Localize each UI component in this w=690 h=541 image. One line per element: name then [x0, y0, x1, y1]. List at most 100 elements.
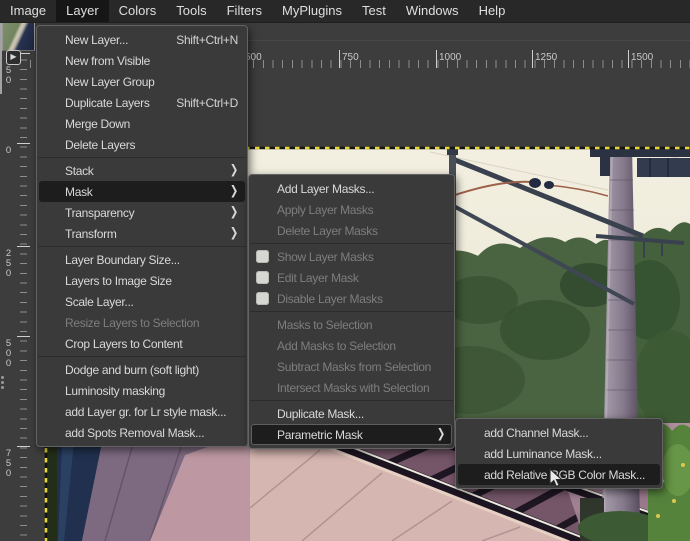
- menu-item-label: Stack: [65, 164, 216, 178]
- menu-item-label: add Luminance Mask...: [484, 447, 653, 461]
- menu-item-layer-boundary-size[interactable]: Layer Boundary Size...: [37, 249, 247, 270]
- menubar-item-colors[interactable]: Colors: [109, 0, 167, 22]
- menu-item-label: Layer Boundary Size...: [65, 253, 238, 267]
- menu-item-delete-layers[interactable]: Delete Layers: [37, 134, 247, 155]
- menubar-item-filters[interactable]: Filters: [217, 0, 272, 22]
- menu-separator: [250, 311, 453, 312]
- menu-item-merge-down[interactable]: Merge Down: [37, 113, 247, 134]
- menu-item-label: add Spots Removal Mask...: [65, 426, 238, 440]
- menu-item-label: Crop Layers to Content: [65, 337, 238, 351]
- menubar: ImageLayerColorsToolsFiltersMyPluginsTes…: [0, 0, 690, 23]
- ruler-tick: [628, 50, 629, 68]
- menu-item-label: New Layer...: [65, 33, 162, 47]
- menu-item-label: Scale Layer...: [65, 295, 238, 309]
- menu-item-scale-layer[interactable]: Scale Layer...: [37, 291, 247, 312]
- menu-item-parametric-mask[interactable]: Parametric Mask ❯: [251, 424, 452, 445]
- menubar-item-windows[interactable]: Windows: [396, 0, 469, 22]
- menu-item-label: Transform: [65, 227, 216, 241]
- menu-item-new-layer-group[interactable]: New Layer Group: [37, 71, 247, 92]
- menu-item-luminosity-masking[interactable]: Luminosity masking: [37, 380, 247, 401]
- menu-item-show-layer-masks: Show Layer Masks: [249, 246, 454, 267]
- submenu-arrow-icon: ❯: [437, 428, 445, 442]
- ruler-label: 1500: [631, 52, 653, 63]
- menu-item-mask[interactable]: Mask ❯: [39, 181, 245, 202]
- menubar-item-tools[interactable]: Tools: [166, 0, 216, 22]
- menu-item-transparency[interactable]: Transparency❯: [37, 202, 247, 223]
- menu-item-new-from-visible[interactable]: New from Visible: [37, 50, 247, 71]
- mouse-cursor: [549, 468, 564, 494]
- menu-item-label: Layers to Image Size: [65, 274, 238, 288]
- menubar-item-help[interactable]: Help: [469, 0, 516, 22]
- menu-item-disable-layer-masks: Disable Layer Masks: [249, 288, 454, 309]
- ruler-tick: [436, 50, 437, 68]
- menu-item-layers-to-image-size[interactable]: Layers to Image Size: [37, 270, 247, 291]
- menu-separator: [38, 157, 246, 158]
- menu-item-intersect-masks-with-selection: Intersect Masks with Selection: [249, 377, 454, 398]
- menu-item-apply-layer-masks: Apply Layer Masks: [249, 199, 454, 220]
- menu-item-label: New from Visible: [65, 54, 238, 68]
- vertical-ruler[interactable]: 2500250500750: [0, 40, 30, 541]
- ruler-tick: [339, 50, 340, 68]
- menubar-item-layer[interactable]: Layer: [56, 0, 109, 22]
- menu-item-label: Add Masks to Selection: [277, 339, 445, 353]
- menu-item-delete-layer-masks: Delete Layer Masks: [249, 220, 454, 241]
- menubar-item-image[interactable]: Image: [0, 0, 56, 22]
- menu-item-crop-layers-to-content[interactable]: Crop Layers to Content: [37, 333, 247, 354]
- menu-item-label: Add Layer Masks...: [277, 182, 445, 196]
- menu-item-label: Apply Layer Masks: [277, 203, 445, 217]
- menu-item-add-layer-gr-for-lr-style-mask[interactable]: add Layer gr. for Lr style mask...: [37, 401, 247, 422]
- menu-item-label: Resize Layers to Selection: [65, 316, 238, 330]
- menu-item-add-channel-mask[interactable]: add Channel Mask...: [456, 422, 662, 443]
- ruler-label: 750: [3, 448, 14, 478]
- shortcut-label: Shift+Ctrl+N: [176, 33, 238, 47]
- menu-item-duplicate-layers[interactable]: Duplicate LayersShift+Ctrl+D: [37, 92, 247, 113]
- ruler-tick: [17, 246, 30, 247]
- menu-item-transform[interactable]: Transform ❯: [37, 223, 247, 244]
- menu-button[interactable]: ▶: [6, 50, 21, 65]
- menu-item-label: Parametric Mask: [277, 428, 423, 442]
- submenu-arrow-icon: ❯: [230, 227, 238, 241]
- menu-item-label: Delete Layers: [65, 138, 238, 152]
- menu-item-label: Merge Down: [65, 117, 238, 131]
- image-tab-thumbnail[interactable]: [2, 22, 35, 51]
- menu-separator: [38, 246, 246, 247]
- ruler-label: 0: [3, 145, 14, 155]
- menu-item-label: add Channel Mask...: [484, 426, 653, 440]
- grip-dots-icon: [1, 376, 4, 379]
- submenu-arrow-icon: ❯: [230, 185, 238, 199]
- menu-item-label: Show Layer Masks: [277, 250, 445, 264]
- menu-item-label: Edit Layer Mask: [277, 271, 445, 285]
- checkbox-icon: [256, 292, 269, 305]
- menu-item-label: Masks to Selection: [277, 318, 445, 332]
- menu-item-label: Duplicate Mask...: [277, 407, 445, 421]
- menu-item-resize-layers-to-selection: Resize Layers to Selection: [37, 312, 247, 333]
- menu-item-add-layer-masks[interactable]: Add Layer Masks...: [249, 178, 454, 199]
- menu-item-label: Intersect Masks with Selection: [277, 381, 445, 395]
- menu-item-label: Duplicate Layers: [65, 96, 162, 110]
- menubar-item-myplugins[interactable]: MyPlugins: [272, 0, 352, 22]
- ruler-tick: [17, 446, 30, 447]
- menu-item-new-layer[interactable]: New Layer... Shift+Ctrl+N: [37, 29, 247, 50]
- play-icon: ▶: [10, 52, 16, 61]
- checkbox-icon: [256, 250, 269, 263]
- menu-item-label: add Relative RGB Color Mask...: [484, 468, 653, 482]
- checkbox-icon: [256, 271, 269, 284]
- submenu-arrow-icon: ❯: [230, 206, 238, 220]
- mask-submenu: Add Layer Masks... Apply Layer Masks Delet…: [248, 174, 455, 449]
- menu-item-label: Subtract Masks from Selection: [277, 360, 445, 374]
- menu-item-stack[interactable]: Stack ❯: [37, 160, 247, 181]
- ruler-label: 250: [3, 248, 14, 278]
- menu-item-label: New Layer Group: [65, 75, 238, 89]
- submenu-arrow-icon: ❯: [230, 164, 238, 178]
- menu-item-add-spots-removal-mask[interactable]: add Spots Removal Mask...: [37, 422, 247, 443]
- menu-item-duplicate-mask[interactable]: Duplicate Mask...: [249, 403, 454, 424]
- menu-separator: [250, 243, 453, 244]
- menu-item-label: Mask: [65, 185, 216, 199]
- ruler-label: 1000: [439, 52, 461, 63]
- layer-menu: New Layer... Shift+Ctrl+N New from Visible…: [36, 25, 248, 447]
- menu-item-add-luminance-mask[interactable]: add Luminance Mask...: [456, 443, 662, 464]
- menu-item-dodge-and-burn-soft-light[interactable]: Dodge and burn (soft light): [37, 359, 247, 380]
- menu-item-add-masks-to-selection: Add Masks to Selection: [249, 335, 454, 356]
- menu-item-edit-layer-mask: Edit Layer Mask: [249, 267, 454, 288]
- menubar-item-test[interactable]: Test: [352, 0, 396, 22]
